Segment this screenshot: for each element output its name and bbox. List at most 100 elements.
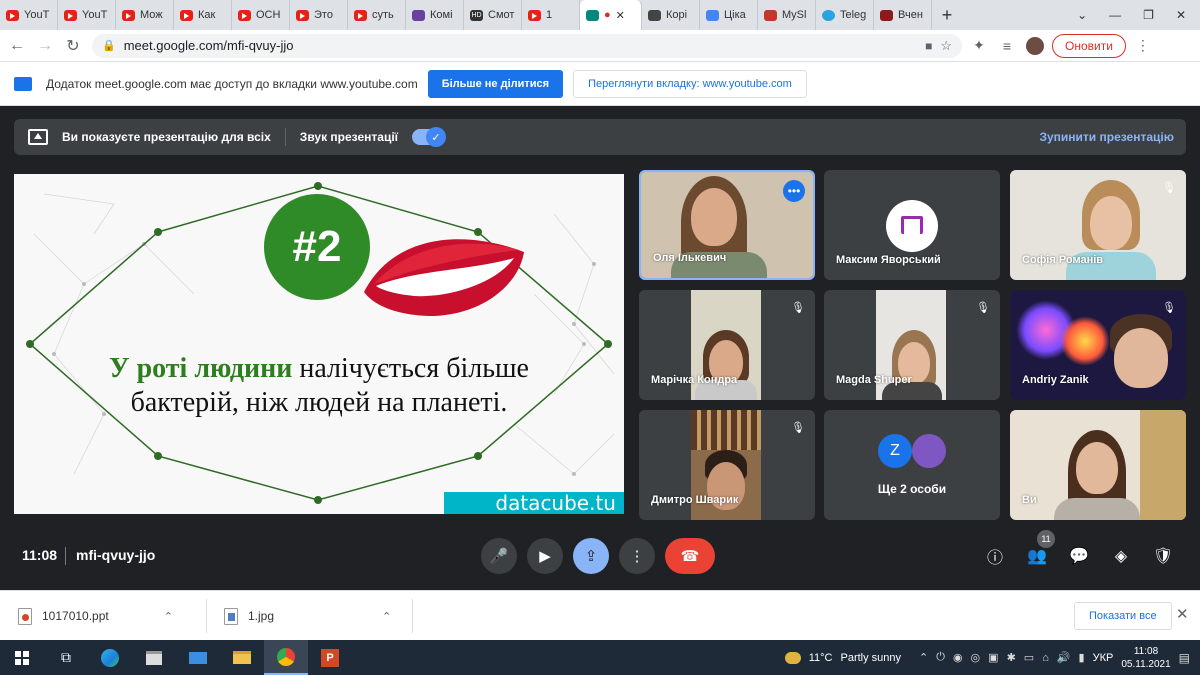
stop-presenting-button[interactable]: Зупинити презентацію xyxy=(1039,130,1174,144)
youtube-icon xyxy=(354,9,367,21)
participant-tile-sofia[interactable]: 🎙 Софія Романів xyxy=(1010,170,1186,280)
tab-youtube-4[interactable]: Как xyxy=(174,0,232,30)
more-options-button[interactable]: ⋮ xyxy=(619,538,655,574)
bookmark-star-icon[interactable]: ☆ xyxy=(940,38,952,54)
powerpoint-icon[interactable]: P xyxy=(308,640,352,675)
update-button[interactable]: Оновити xyxy=(1052,33,1126,58)
meeting-code: mfi-qvuy-jjo xyxy=(76,547,156,563)
chevron-up-icon[interactable]: ⌃ xyxy=(164,610,173,623)
participant-tile-maksym[interactable]: Максим Яворський xyxy=(824,170,1000,280)
network-icon[interactable]: ⌂ xyxy=(1042,652,1049,664)
participant-tile-magda[interactable]: 🎙 Magda Shuper xyxy=(824,290,1000,400)
participant-tile-olia[interactable]: ••• Оля Ількевич xyxy=(639,170,815,280)
leave-call-button[interactable]: ☎ xyxy=(665,538,715,574)
divider xyxy=(412,599,413,633)
chevron-up-icon[interactable]: ⌃ xyxy=(382,610,391,623)
participant-tile-marichka[interactable]: 🎙 Марічка Кондра xyxy=(639,290,815,400)
tray-box-icon[interactable]: ▣ xyxy=(988,651,998,664)
display-icon[interactable]: ▭ xyxy=(1024,651,1034,664)
participant-tile-andriy[interactable]: 🎙 Andriy Zanik xyxy=(1010,290,1186,400)
tab-page-14[interactable]: MySl xyxy=(758,0,816,30)
tab-youtube-3[interactable]: Мож xyxy=(116,0,174,30)
mic-off-icon: 🎙 xyxy=(1162,181,1176,194)
stop-sharing-button[interactable]: Більше не ділитися xyxy=(427,69,564,98)
back-arrow-icon[interactable]: ← xyxy=(6,35,28,57)
more-options-icon[interactable]: ••• xyxy=(783,180,805,202)
image-file-icon xyxy=(224,607,238,625)
reading-list-icon[interactable]: ≡ xyxy=(996,35,1018,57)
address-bar[interactable]: 🔒 meet.google.com/mfi-qvuy-jjo ■ ☆ xyxy=(92,33,962,58)
youtube-icon xyxy=(296,9,309,21)
close-window-icon[interactable]: ✕ xyxy=(1176,8,1186,22)
weather-partly-sunny-icon[interactable] xyxy=(784,651,801,664)
tab-youtube-6[interactable]: Это xyxy=(290,0,348,30)
participant-tile-dmytro[interactable]: 🎙 Дмитро Шварик xyxy=(639,410,815,520)
download-item-ppt[interactable]: 1017010.ppt ⌃ xyxy=(18,591,173,641)
browser-toolbar: ← → ↻ 🔒 meet.google.com/mfi-qvuy-jjo ■ ☆… xyxy=(0,30,1200,62)
download-item-jpg[interactable]: 1.jpg ⌃ xyxy=(224,591,391,641)
video-camera-icon: ▶ xyxy=(539,548,551,565)
minimize-icon[interactable]: — xyxy=(1109,8,1121,22)
show-all-button[interactable]: Показати все xyxy=(1074,602,1172,630)
viber-icon[interactable]: ◉ xyxy=(953,651,963,664)
file-explorer-icon[interactable] xyxy=(220,640,264,675)
camera-button[interactable]: ▶ xyxy=(527,538,563,574)
host-controls-icon[interactable]: 🛡 xyxy=(1151,544,1175,568)
volume-icon[interactable]: 🔊 xyxy=(1057,651,1071,664)
tray-app-icon[interactable]: ⏻ xyxy=(936,651,945,664)
battery-icon[interactable]: ▮ xyxy=(1079,651,1085,664)
tab-page-13[interactable]: Ціка xyxy=(700,0,758,30)
weather-temp[interactable]: 11°C xyxy=(809,652,833,664)
restore-icon[interactable]: ❐ xyxy=(1143,8,1154,22)
tab-youtube-1[interactable]: YouT xyxy=(0,0,58,30)
present-button[interactable]: ⇪ xyxy=(573,538,609,574)
tab-telegram-15[interactable]: Teleg xyxy=(816,0,874,30)
start-button[interactable] xyxy=(0,640,44,675)
tab-doc-12[interactable]: Корі xyxy=(642,0,700,30)
menu-dots-icon[interactable]: ⋮ xyxy=(1132,35,1154,57)
tab-youtube-2[interactable]: YouT xyxy=(58,0,116,30)
new-tab-button[interactable]: + xyxy=(932,5,962,26)
forward-arrow-icon[interactable]: → xyxy=(34,35,56,57)
task-view-icon[interactable]: ⧉ xyxy=(44,640,88,675)
microphone-button[interactable]: 🎤 xyxy=(481,538,517,574)
meeting-info-icon[interactable]: ⓘ xyxy=(983,544,1007,568)
participant-tile-others[interactable]: Z Ще 2 особи xyxy=(824,410,1000,520)
participant-name: Оля Ількевич xyxy=(653,252,727,264)
camera-icon[interactable]: ■ xyxy=(925,39,932,53)
bluetooth-icon[interactable]: ✱ xyxy=(1007,651,1016,664)
extensions-icon[interactable]: ✦ xyxy=(968,35,990,57)
clock-date[interactable]: 11:08 05.11.2021 xyxy=(1121,645,1170,671)
tab-youtube-7[interactable]: суть xyxy=(348,0,406,30)
divider xyxy=(65,547,66,565)
tab-close-icon[interactable]: ✕ xyxy=(616,9,625,22)
tab-youtube-5[interactable]: ОСН xyxy=(232,0,290,30)
tab-search-icon[interactable]: ⌄ xyxy=(1077,8,1087,22)
notifications-icon[interactable]: ▤ xyxy=(1179,651,1190,665)
avatar-initial: Z xyxy=(878,434,912,468)
reload-icon[interactable]: ↻ xyxy=(62,35,84,57)
store-icon[interactable] xyxy=(132,640,176,675)
profile-avatar-icon[interactable] xyxy=(1024,35,1046,57)
whatsapp-icon[interactable]: ◎ xyxy=(971,651,981,664)
url-text: meet.google.com/mfi-qvuy-jjo xyxy=(123,38,294,53)
edge-icon[interactable] xyxy=(88,640,132,675)
input-language[interactable]: УКР xyxy=(1093,652,1114,664)
tab-meet-active[interactable]: ● ✕ xyxy=(580,0,642,30)
activities-icon[interactable]: ◈ xyxy=(1109,544,1133,568)
page-icon xyxy=(880,9,893,21)
weather-text[interactable]: Partly sunny xyxy=(840,652,901,664)
chevron-up-icon[interactable]: ⌃ xyxy=(919,651,928,664)
close-icon[interactable]: ✕ xyxy=(1176,605,1189,623)
chat-icon[interactable]: 💬 xyxy=(1067,544,1091,568)
tab-youtube-10[interactable]: 1 xyxy=(522,0,580,30)
mail-icon[interactable] xyxy=(176,640,220,675)
tab-page-8[interactable]: Комі xyxy=(406,0,464,30)
chrome-icon[interactable] xyxy=(264,640,308,675)
view-tab-button[interactable]: Переглянути вкладку: www.youtube.com xyxy=(573,69,807,98)
tab-hd-9[interactable]: HD Смот xyxy=(464,0,522,30)
presentation-audio-toggle[interactable]: ✓ xyxy=(412,127,447,147)
windows-logo-icon xyxy=(15,650,29,665)
participant-tile-self[interactable]: Ви xyxy=(1010,410,1186,520)
tab-page-16[interactable]: Вчен xyxy=(874,0,932,30)
